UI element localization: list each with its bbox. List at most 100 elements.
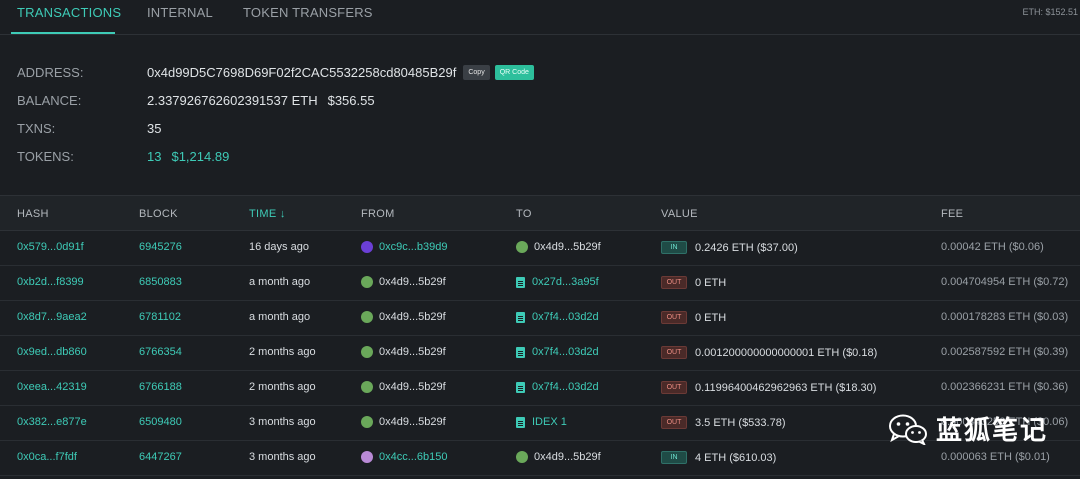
tokens-usd[interactable]: $1,214.89 <box>171 149 229 164</box>
to-address[interactable]: 0x27d...3a95f <box>532 276 599 288</box>
green-avatar-icon <box>516 451 528 463</box>
to-address[interactable]: 0x7f4...03d2d <box>532 311 599 323</box>
from-address[interactable]: 0x4d9...5b29f <box>379 276 446 288</box>
fee-cell: 0.002366231 ETH ($0.36) <box>941 381 1068 393</box>
block-number[interactable]: 6945276 <box>139 241 182 253</box>
tab-token-transfers[interactable]: TOKEN TRANSFERS <box>243 5 373 20</box>
tx-value: 0.001200000000000001 ETH ($0.18) <box>695 346 878 359</box>
tx-hash[interactable]: 0x0ca...f7fdf <box>17 451 77 463</box>
table-row[interactable]: 0x8d7...9aea2 6781102 a month ago 0x4d9...5… <box>0 301 1080 336</box>
from-address[interactable]: 0xc9c...b39d9 <box>379 241 448 253</box>
watermark-text: 蓝狐笔记 <box>936 415 1049 445</box>
tx-hash-cell[interactable]: 0x0ca...f7fdf <box>17 451 77 463</box>
green-avatar-icon <box>516 241 528 253</box>
watermark: 蓝狐笔记 <box>888 410 1048 447</box>
tx-hash[interactable]: 0x8d7...9aea2 <box>17 311 87 323</box>
table-row[interactable]: 0x579...0d91f 6945276 16 days ago 0xc9c...b… <box>0 231 1080 266</box>
qr-code-button[interactable]: QR Code <box>494 64 534 80</box>
tab-transactions[interactable]: TRANSACTIONS <box>17 5 121 20</box>
tokens-count[interactable]: 13 <box>147 149 161 164</box>
block-cell[interactable]: 6766354 <box>139 346 182 358</box>
block-number[interactable]: 6850883 <box>139 276 182 288</box>
from-cell[interactable]: 0x4d9...5b29f <box>361 381 446 393</box>
from-address[interactable]: 0x4d9...5b29f <box>379 381 446 393</box>
to-address[interactable]: 0x7f4...03d2d <box>532 346 599 358</box>
tx-hash-cell[interactable]: 0xeea...42319 <box>17 381 87 393</box>
direction-badge: OUT <box>661 276 687 289</box>
header-time[interactable]: TIME ↓ <box>249 208 286 220</box>
contract-icon <box>516 346 525 358</box>
from-address[interactable]: 0x4d9...5b29f <box>379 346 446 358</box>
value-cell: OUT 0.11996400462962963 ETH ($18.30) <box>661 381 876 394</box>
direction-badge: OUT <box>661 346 687 359</box>
from-cell[interactable]: 0x4cc...6b150 <box>361 451 448 463</box>
tx-hash[interactable]: 0x382...e877e <box>17 416 87 428</box>
tx-hash[interactable]: 0x9ed...db860 <box>17 346 87 358</box>
from-cell[interactable]: 0x4d9...5b29f <box>361 276 446 288</box>
table-row[interactable]: 0xeea...42319 6766188 2 months ago 0x4d9...… <box>0 371 1080 406</box>
tx-hash[interactable]: 0x579...0d91f <box>17 241 84 253</box>
tx-fee: 0.002587592 ETH ($0.39) <box>941 346 1069 358</box>
tx-hash[interactable]: 0xb2d...f8399 <box>17 276 84 288</box>
tx-hash-cell[interactable]: 0x8d7...9aea2 <box>17 311 87 323</box>
table-row[interactable]: 0x9ed...db860 6766354 2 months ago 0x4d9...… <box>0 336 1080 371</box>
tx-fee: 0.004704954 ETH ($0.72) <box>941 276 1069 288</box>
value-cell: OUT 3.5 ETH ($533.78) <box>661 416 786 429</box>
to-cell[interactable]: 0x7f4...03d2d <box>516 346 599 358</box>
from-address[interactable]: 0x4d9...5b29f <box>379 311 446 323</box>
tx-hash-cell[interactable]: 0x9ed...db860 <box>17 346 87 358</box>
block-cell[interactable]: 6766188 <box>139 381 182 393</box>
to-cell[interactable]: 0x27d...3a95f <box>516 276 599 288</box>
table-row[interactable]: 0xb2d...f8399 6850883 a month ago 0x4d9...5… <box>0 266 1080 301</box>
from-address[interactable]: 0x4d9...5b29f <box>379 416 446 428</box>
from-cell[interactable]: 0x4d9...5b29f <box>361 311 446 323</box>
block-number[interactable]: 6766354 <box>139 346 182 358</box>
to-cell[interactable]: 0x7f4...03d2d <box>516 381 599 393</box>
to-address[interactable]: 0x4d9...5b29f <box>534 451 601 463</box>
fee-cell: 0.000063 ETH ($0.01) <box>941 451 1050 463</box>
tx-value: 0 ETH <box>695 276 727 289</box>
block-number[interactable]: 6766188 <box>139 381 182 393</box>
to-address[interactable]: IDEX 1 <box>532 416 567 428</box>
tx-value: 4 ETH ($610.03) <box>695 451 777 464</box>
wechat-icon <box>888 413 928 446</box>
from-cell[interactable]: 0xc9c...b39d9 <box>361 241 448 253</box>
address-row: ADDRESS: 0x4d99D5C7698D69F02f2CAC5532258… <box>17 62 534 82</box>
tab-internal[interactable]: INTERNAL <box>147 5 213 20</box>
green-avatar-icon <box>361 416 373 428</box>
block-cell[interactable]: 6447267 <box>139 451 182 463</box>
to-address[interactable]: 0x4d9...5b29f <box>534 241 601 253</box>
block-cell[interactable]: 6850883 <box>139 276 182 288</box>
address-label: ADDRESS: <box>17 64 84 80</box>
block-number[interactable]: 6509480 <box>139 416 182 428</box>
tx-value: 0.2426 ETH ($37.00) <box>695 241 798 254</box>
block-number[interactable]: 6447267 <box>139 451 182 463</box>
from-cell[interactable]: 0x4d9...5b29f <box>361 416 446 428</box>
to-cell[interactable]: IDEX 1 <box>516 416 567 428</box>
value-cell: IN 4 ETH ($610.03) <box>661 451 776 464</box>
address-summary: ADDRESS: 0x4d99D5C7698D69F02f2CAC5532258… <box>0 36 1080 194</box>
from-cell[interactable]: 0x4d9...5b29f <box>361 346 446 358</box>
block-cell[interactable]: 6509480 <box>139 416 182 428</box>
tx-hash-cell[interactable]: 0x579...0d91f <box>17 241 84 253</box>
copy-button[interactable]: Copy <box>463 64 490 80</box>
tx-hash[interactable]: 0xeea...42319 <box>17 381 87 393</box>
to-cell[interactable]: 0x4d9...5b29f <box>516 241 601 253</box>
active-tab-indicator <box>11 32 115 34</box>
from-address[interactable]: 0x4cc...6b150 <box>379 451 448 463</box>
fee-cell: 0.000178283 ETH ($0.03) <box>941 311 1068 323</box>
pink-avatar-icon <box>361 451 373 463</box>
tx-hash-cell[interactable]: 0x382...e877e <box>17 416 87 428</box>
tx-fee: 0.000063 ETH ($0.01) <box>941 451 1050 463</box>
value-cell: OUT 0.001200000000000001 ETH ($0.18) <box>661 346 877 359</box>
tx-time: 2 months ago <box>249 346 316 358</box>
block-cell[interactable]: 6945276 <box>139 241 182 253</box>
to-cell[interactable]: 0x7f4...03d2d <box>516 311 599 323</box>
direction-badge: IN <box>661 451 687 464</box>
block-number[interactable]: 6781102 <box>139 311 181 323</box>
value-cell: OUT 0 ETH <box>661 311 726 324</box>
to-cell[interactable]: 0x4d9...5b29f <box>516 451 601 463</box>
block-cell[interactable]: 6781102 <box>139 311 181 323</box>
to-address[interactable]: 0x7f4...03d2d <box>532 381 599 393</box>
tx-hash-cell[interactable]: 0xb2d...f8399 <box>17 276 84 288</box>
